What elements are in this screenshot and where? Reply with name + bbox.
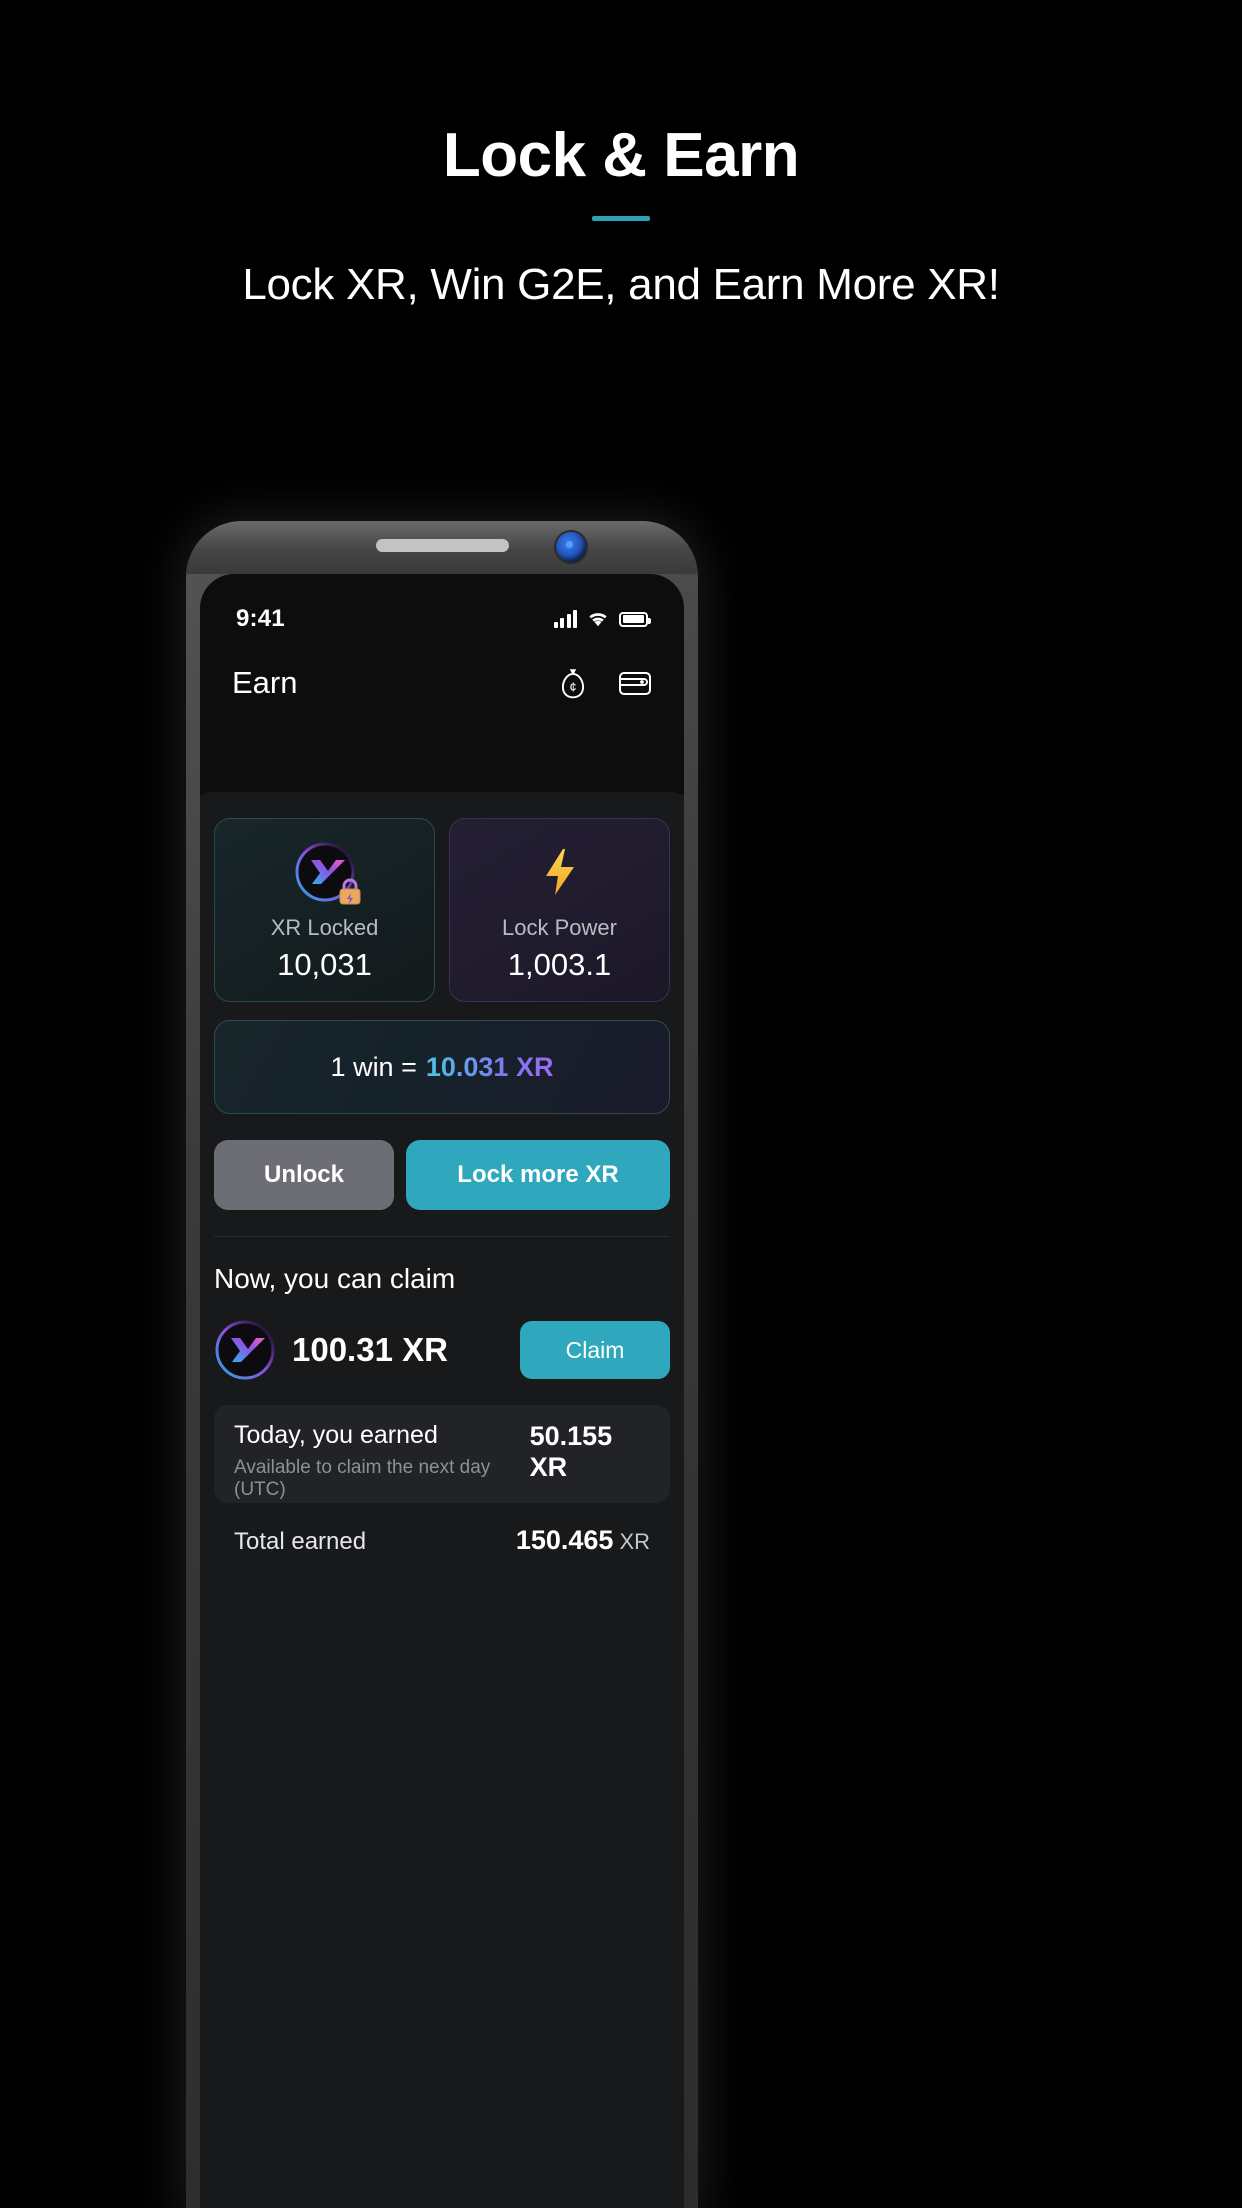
claim-row: 100.31 XR Claim xyxy=(214,1319,670,1381)
battery-icon xyxy=(619,611,651,627)
promo-title: Lock & Earn xyxy=(442,121,800,190)
xr-token-locked-icon xyxy=(294,841,360,905)
stat-value: 1,003.1 xyxy=(507,947,612,982)
status-time: 9:41 xyxy=(236,605,285,632)
status-bar: 9:41 xyxy=(200,598,684,640)
today-earned-title: Today, you earned xyxy=(234,1421,438,1449)
phone-screen: 9:41 Earn ¢ XR Locked 10,031 Lock Power … xyxy=(200,574,684,2208)
win-rate-amount: 10.031 XR xyxy=(425,1051,554,1082)
wifi-icon xyxy=(589,613,607,627)
phone-mockup: 9:41 Earn ¢ XR Locked 10,031 Lock Power … xyxy=(186,521,698,2208)
header-actions: ¢ xyxy=(556,666,652,700)
status-indicators xyxy=(553,610,651,628)
page-title: Earn xyxy=(232,665,298,700)
action-buttons: Unlock Lock more XR xyxy=(214,1140,670,1210)
promo-divider xyxy=(592,216,650,221)
phone-speaker xyxy=(376,539,509,552)
stat-card-lock-power[interactable]: Lock Power 1,003.1 xyxy=(449,818,670,1002)
earn-panel: XR Locked 10,031 Lock Power 1,003.1 1 wi… xyxy=(200,792,684,2208)
total-earned-row: Total earned 150.465 XR xyxy=(214,1525,670,1556)
money-bag-icon[interactable]: ¢ xyxy=(556,666,590,700)
section-divider xyxy=(214,1236,670,1237)
today-earned-card: Today, you earned Available to claim the… xyxy=(214,1405,670,1503)
unlock-button[interactable]: Unlock xyxy=(214,1140,394,1210)
total-earned-unit: XR xyxy=(619,1529,650,1554)
front-camera-icon xyxy=(556,532,586,562)
stat-cards: XR Locked 10,031 Lock Power 1,003.1 xyxy=(214,818,670,1002)
total-earned-value-group: 150.465 XR xyxy=(516,1525,650,1556)
claim-heading: Now, you can claim xyxy=(214,1263,456,1294)
stat-value: 10,031 xyxy=(277,947,372,982)
claimable-amount: 100.31 XR xyxy=(292,1331,448,1368)
win-rate-banner: 1 win = 10.031 XR xyxy=(214,1020,670,1114)
promo-screenshot: Lock & Earn Lock XR, Win G2E, and Earn M… xyxy=(0,0,1242,2208)
win-rate-prefix: 1 win = xyxy=(330,1051,417,1082)
padlock-icon xyxy=(339,878,360,905)
stat-label: Lock Power xyxy=(502,915,617,940)
promo-subtitle: Lock XR, Win G2E, and Earn More XR! xyxy=(242,260,1000,309)
xr-token-icon xyxy=(215,1320,275,1380)
stat-card-xr-locked[interactable]: XR Locked 10,031 xyxy=(214,818,435,1002)
total-earned-label: Total earned xyxy=(234,1528,367,1555)
today-earned-text: Today, you earned Available to claim the… xyxy=(234,1421,530,1500)
cellular-bars-icon xyxy=(553,610,577,628)
today-earned-subtitle: Available to claim the next day (UTC) xyxy=(234,1457,491,1500)
today-earned-amount: 50.155 XR xyxy=(529,1421,613,1482)
lightning-bolt-icon xyxy=(529,841,591,903)
lock-more-button[interactable]: Lock more XR xyxy=(406,1140,670,1210)
claim-button[interactable]: Claim xyxy=(520,1321,670,1379)
stat-label: XR Locked xyxy=(270,915,379,940)
app-header: Earn ¢ xyxy=(200,652,684,714)
wallet-icon[interactable] xyxy=(618,666,652,700)
claim-amount-group: 100.31 XR xyxy=(214,1319,448,1381)
total-earned-value: 150.465 xyxy=(515,1525,614,1555)
svg-text:¢: ¢ xyxy=(569,680,576,695)
